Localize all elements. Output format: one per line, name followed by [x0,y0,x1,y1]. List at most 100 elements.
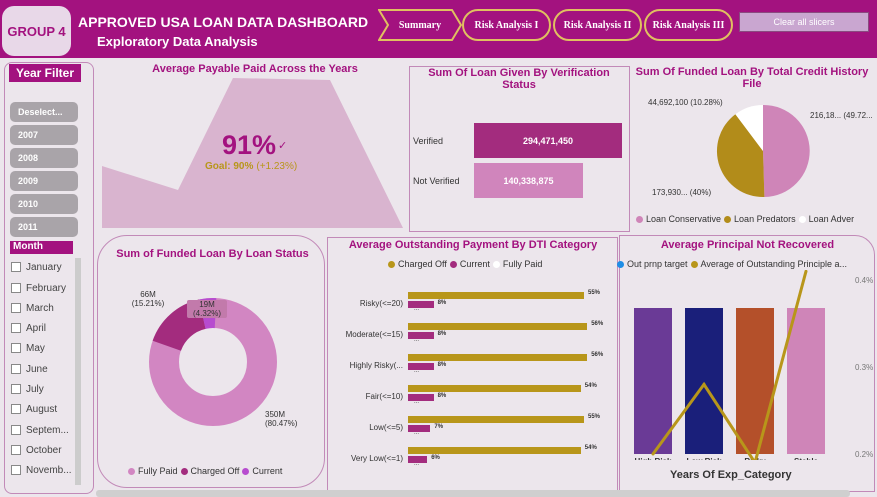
month-label: February [26,282,67,294]
year-button-2011[interactable]: 2011 [10,217,78,237]
checkbox-icon[interactable] [11,323,21,333]
legend-dot-icon [724,215,732,223]
checkbox-icon[interactable] [11,445,21,455]
month-item-june[interactable]: June [11,362,48,376]
dti-bar-current[interactable] [408,394,434,401]
not-verified-bar[interactable]: 140,338,875 [474,163,583,198]
checkbox-icon[interactable] [11,283,21,293]
tab-risk-analysis-3[interactable]: Risk Analysis III [644,9,733,41]
dti-title: Average Outstanding Payment By DTI Categ… [348,239,598,251]
principal-line-series[interactable] [651,270,808,460]
dti-value-charged-off: 54% [584,383,597,389]
principal-line-point[interactable] [651,452,655,456]
year-button-2009[interactable]: 2009 [10,171,78,191]
principal-legend: Out prnp target Average of Outstanding P… [617,259,847,269]
month-label: March [26,302,54,314]
month-item-october[interactable]: October [11,443,62,457]
month-label: June [26,363,48,375]
dti-bar-charged-off[interactable] [408,385,581,392]
status-label-paid: 350M (80.47%) [265,410,298,428]
dti-value-current: 7% [434,424,444,430]
checkbox-icon[interactable] [11,303,21,313]
principal-bar-high-risk[interactable] [634,308,672,454]
y-tick-label: 0.3% [855,363,874,372]
month-filter-title: Month [10,241,73,254]
legend-label: Loan Conservative [646,214,722,224]
principal-line-point[interactable] [702,382,706,386]
tab-summary[interactable]: Summary [388,9,452,41]
month-item-april[interactable]: April [11,321,46,335]
checkbox-icon[interactable] [11,465,21,475]
legend-dot-icon [449,260,457,268]
donut-charged-off[interactable] [152,299,207,352]
year-button-2010[interactable]: 2010 [10,194,78,214]
month-item-march[interactable]: March [11,301,54,315]
legend-dot-icon [492,260,500,268]
legend-label: Current [252,466,283,476]
legend-dot-icon [798,215,806,223]
month-label: Novemb... [26,464,72,476]
dti-category-label: Low(<=5) [369,423,403,432]
month-item-may[interactable]: May [11,341,45,355]
legend-dot-icon [388,260,395,268]
tab-risk-analysis-2[interactable]: Risk Analysis II [553,9,642,41]
dashboard-title: APPROVED USA LOAN DATA DASHBOARD [78,14,369,30]
dti-bar-current[interactable] [408,332,434,339]
month-item-january[interactable]: January [11,260,62,274]
credit-pie-chart[interactable] [715,103,811,199]
dti-bar-charged-off[interactable] [408,416,584,423]
status-label-current: 19M (4.32%) [187,300,227,318]
status-legend: Fully Paid Charged Off Current [128,466,282,476]
principal-combo-chart[interactable]: High RiskLow RiskRiskyStable [620,270,876,460]
month-label: April [26,322,47,334]
checkbox-icon[interactable] [11,425,21,435]
month-scrollbar[interactable] [75,258,81,485]
credit-label-2: 216,18... (49.72... [810,111,873,120]
dti-bar-current[interactable] [408,425,431,432]
principal-x-axis-title: Years Of Exp_Category [670,469,792,481]
legend-label: Loan Predators [734,214,796,224]
month-label: May [26,342,45,354]
principal-bar-risky[interactable] [736,308,774,454]
clear-slicers-button[interactable]: Clear all slicers [739,12,869,32]
month-item-september[interactable]: Septem... [11,423,69,437]
dti-bar-charged-off[interactable] [408,447,581,454]
horizontal-scrollbar[interactable] [96,490,850,497]
not-verified-label: Not Verified [413,176,460,186]
month-item-july[interactable]: July [11,382,44,396]
dti-value-fully-paid: ... [414,368,420,374]
checkbox-icon[interactable] [11,364,21,374]
year-button-2008[interactable]: 2008 [10,148,78,168]
x-tick-label: High Risk [635,457,672,460]
legend-label: Loan Adver [808,214,855,224]
month-item-november[interactable]: Novemb... [11,463,72,477]
x-tick-label: Stable [794,457,819,460]
legend-dot-icon [242,467,250,475]
principal-bar-low-risk[interactable] [685,308,723,454]
dti-bar-charged-off[interactable] [408,292,584,299]
dti-category-label: Moderate(<=15) [345,330,403,339]
checkbox-icon[interactable] [11,384,21,394]
year-deselect-button[interactable]: Deselect... [10,102,78,122]
dti-bar-charged-off[interactable] [408,323,588,330]
verified-bar[interactable]: 294,471,450 [474,123,622,158]
month-item-february[interactable]: February [11,281,66,295]
dti-category-label: Very Low(<=1) [350,454,403,463]
checkbox-icon[interactable] [11,262,21,272]
tab-risk-analysis-1[interactable]: Risk Analysis I [462,9,551,41]
dti-bar-charged-off[interactable] [408,354,588,361]
principal-title: Average Principal Not Recovered [660,239,835,251]
dti-category-label: Risky(<=20) [359,299,403,308]
dti-bar-current[interactable] [408,363,434,370]
checkbox-icon[interactable] [11,343,21,353]
dti-bar-current[interactable] [408,301,434,308]
legend-dot-icon [636,215,643,223]
month-label: July [26,383,44,395]
status-label-charged: 66M (15.21%) [131,290,165,308]
year-button-2007[interactable]: 2007 [10,125,78,145]
dti-value-fully-paid: ... [414,430,420,436]
checkbox-icon[interactable] [11,404,21,414]
principal-bar-stable[interactable] [787,308,825,454]
kpi-goal-row: Goal: 90% (+1.23%) [205,161,297,172]
month-item-august[interactable]: August [11,402,57,416]
